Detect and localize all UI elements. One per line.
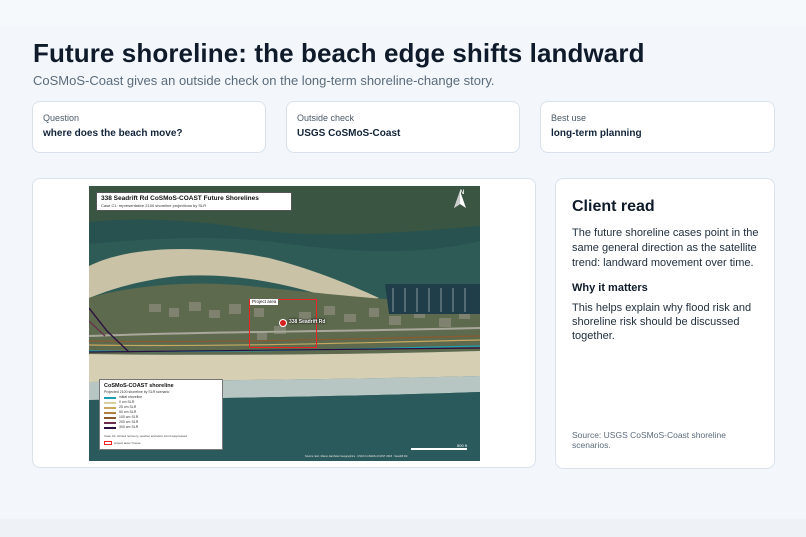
info-card-best-use: Best use long-term planning (540, 101, 775, 153)
card-label: Best use (551, 113, 587, 123)
legend-subtitle: Projected 2100 shoreline by SLR scenario (104, 390, 170, 394)
map-legend: CoSMoS-COAST shoreline Projected 2100 sh… (99, 379, 223, 450)
north-arrow-icon: N (453, 190, 471, 222)
top-band (0, 0, 806, 26)
legend-swatch (104, 417, 116, 419)
card-value: long-term planning (551, 128, 642, 139)
panel-source: Source: USGS CoSMoS-Coast shoreline scen… (572, 430, 727, 450)
card-label: Outside check (297, 113, 355, 123)
legend-label: 300 cm SLR (119, 425, 139, 429)
legend-swatch (104, 397, 116, 399)
arrow-up-icon (454, 191, 466, 208)
map-subtitle: Case C1: representative 2100 shoreline p… (101, 203, 207, 208)
legend-project-area-label: project area / house (114, 441, 141, 445)
client-read-panel: Client read The future shoreline cases p… (555, 178, 775, 469)
scale-bar (411, 448, 467, 450)
bottom-band (0, 519, 806, 537)
info-card-question: Question where does the beach move? (32, 101, 266, 153)
site-label: 338 Seadrift Rd (289, 319, 326, 325)
card-value: USGS CoSMoS-Coast (297, 128, 401, 139)
legend-swatch (104, 402, 116, 404)
info-card-outside-check: Outside check USGS CoSMoS-Coast (286, 101, 520, 153)
scale-label: 500 ft (457, 443, 468, 448)
card-value: where does the beach move? (43, 128, 183, 139)
map-credit: Source: Esri, Maxar, Earthstar Geographi… (305, 455, 408, 458)
legend-project-area: project area / house (104, 441, 141, 446)
legend-title: CoSMoS-COAST shoreline (104, 383, 174, 389)
panel-body-2: This helps explain why flood risk and sh… (572, 302, 752, 342)
panel-subheading: Why it matters (572, 282, 648, 294)
project-area-swatch (104, 441, 112, 446)
legend-swatch (104, 412, 116, 414)
panel-body: The future shoreline cases point in the … (572, 227, 759, 269)
card-label: Question (43, 113, 80, 123)
shoreline-map: 338 Seadrift Rd CoSMoS-COAST Future Shor… (89, 186, 480, 461)
legend-swatch (104, 407, 116, 409)
map-title: 338 Seadrift Rd CoSMoS-COAST Future Shor… (101, 195, 259, 202)
legend-swatch (104, 427, 116, 429)
map-title-box: 338 Seadrift Rd CoSMoS-COAST Future Shor… (96, 192, 292, 211)
legend-note: Case C1: limited recovery, positive accr… (104, 434, 187, 438)
page-title: Future shoreline: the beach edge shifts … (33, 38, 645, 68)
project-area-label: Project area (250, 299, 279, 305)
panel-heading: Client read (572, 198, 655, 215)
legend-item: 300 cm SLR (104, 425, 219, 430)
site-marker-icon (279, 319, 287, 327)
map-panel: 338 Seadrift Rd CoSMoS-COAST Future Shor… (32, 178, 536, 468)
legend-swatch (104, 422, 116, 424)
page-subtitle: CoSMoS-Coast gives an outside check on t… (33, 73, 495, 88)
